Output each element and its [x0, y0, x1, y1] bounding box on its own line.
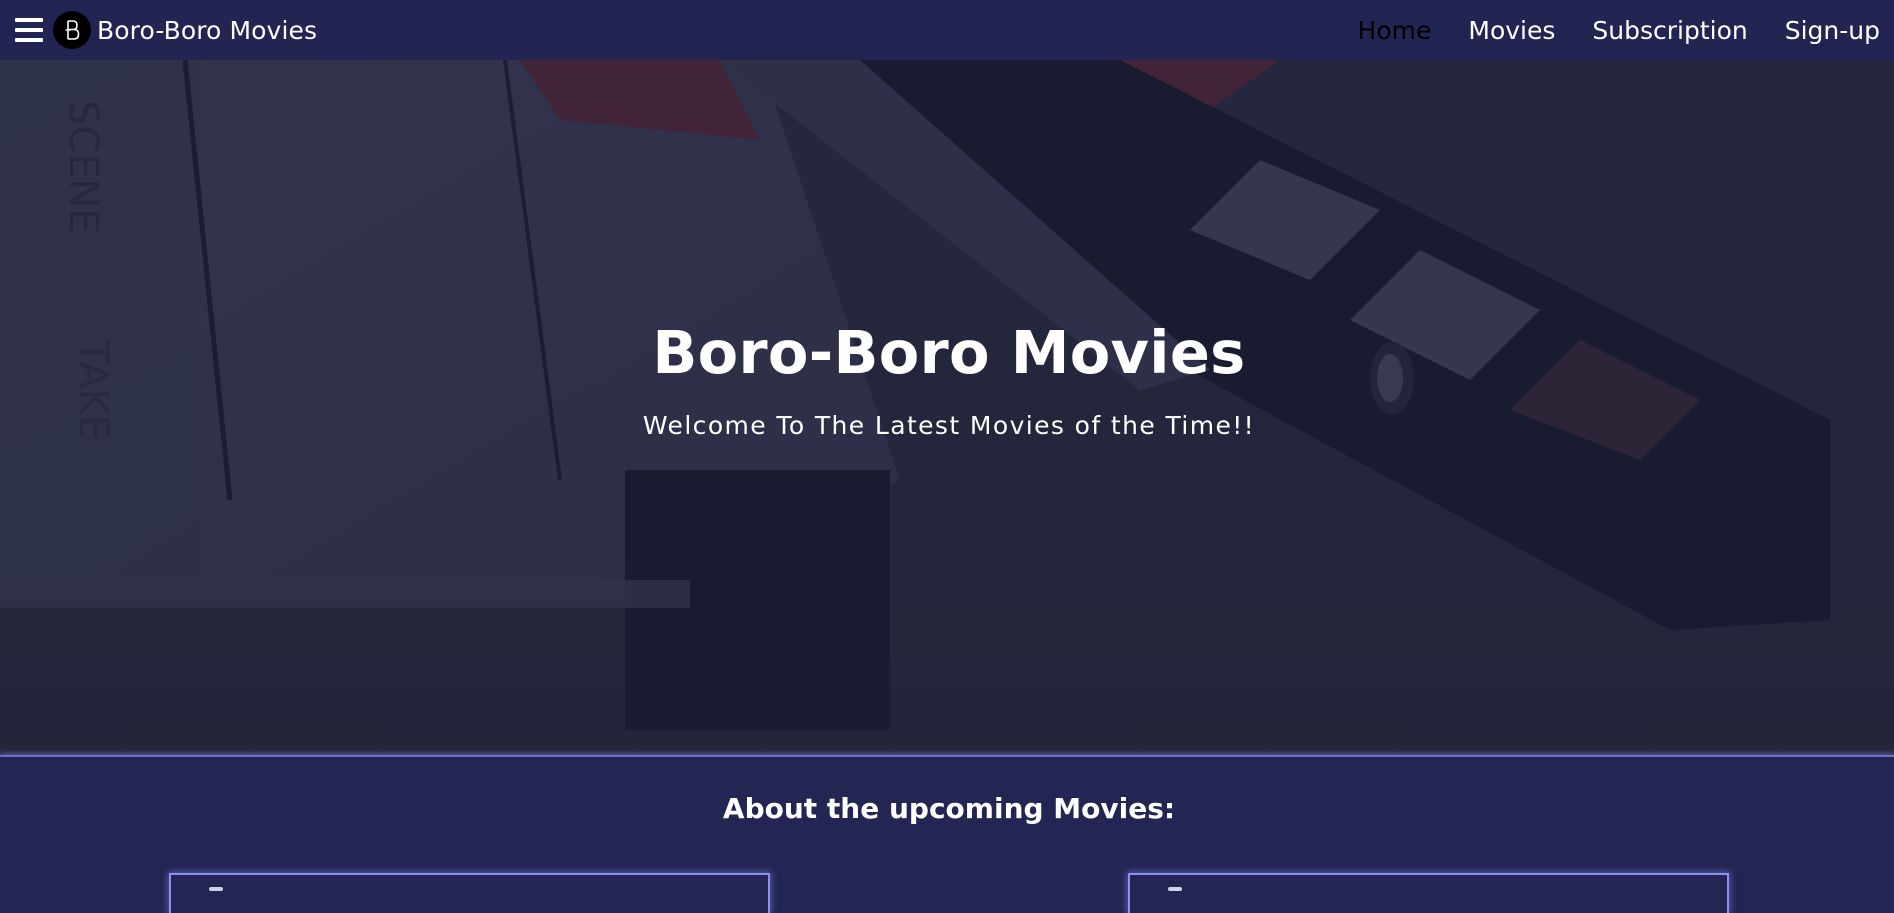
hero-dark-overlay	[0, 60, 1894, 756]
card-icon	[209, 887, 223, 891]
movie-card[interactable]	[1128, 873, 1729, 913]
top-navbar: Boro-Boro Movies Home Movies Subscriptio…	[0, 0, 1894, 60]
menu-bar	[15, 28, 43, 32]
hero-banner: SCENE TAKE Boro-Boro Movies Welcome To T…	[0, 60, 1894, 756]
hero-title: Boro-Boro Movies	[652, 318, 1246, 387]
hero-subtitle: Welcome To The Latest Movies of the Time…	[642, 411, 1256, 440]
brand-home-link[interactable]: Boro-Boro Movies	[53, 11, 317, 49]
menu-bar	[15, 38, 43, 42]
nav-link-home[interactable]: Home	[1358, 16, 1432, 45]
movie-card[interactable]	[169, 873, 770, 913]
hamburger-menu-icon[interactable]	[15, 17, 43, 43]
menu-bar	[15, 18, 43, 22]
nav-links: Home Movies Subscription Sign-up	[1321, 0, 1880, 60]
card-icon	[1168, 887, 1182, 891]
brand-name: Boro-Boro Movies	[97, 15, 318, 45]
brand-logo-icon	[53, 11, 91, 49]
nav-link-sign-up[interactable]: Sign-up	[1785, 16, 1880, 45]
about-heading: About the upcoming Movies:	[722, 792, 1176, 825]
about-section: About the upcoming Movies:	[0, 757, 1894, 913]
nav-link-subscription[interactable]: Subscription	[1592, 16, 1747, 45]
nav-link-movies[interactable]: Movies	[1468, 16, 1555, 45]
